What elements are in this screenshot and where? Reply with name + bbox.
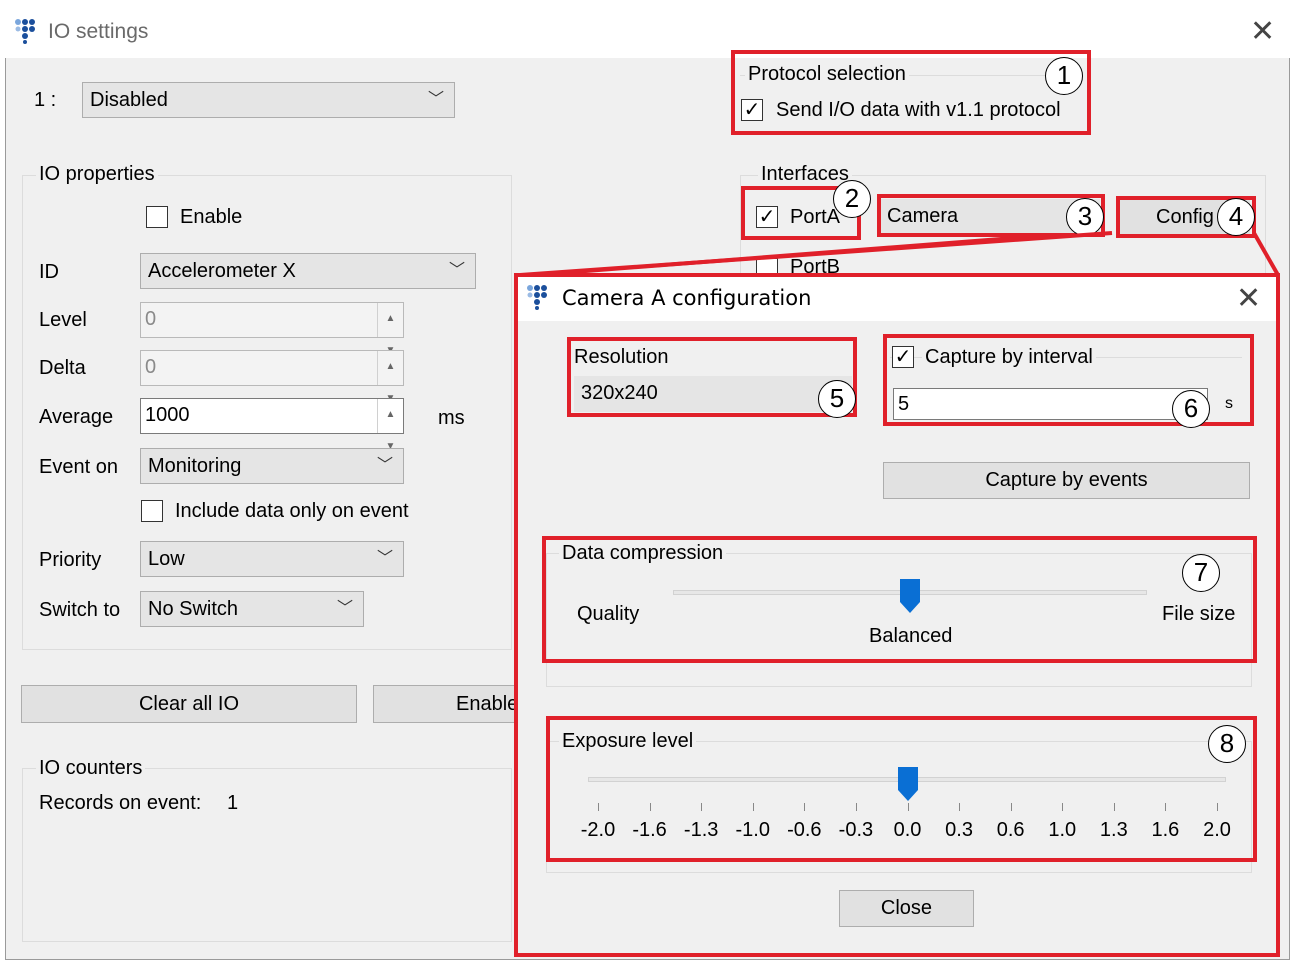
- callout-box-8: [546, 716, 1257, 862]
- callout-number-8: 8: [1208, 725, 1246, 763]
- callout-number-6: 6: [1172, 390, 1210, 428]
- dialog-close-icon[interactable]: ✕: [1236, 284, 1261, 314]
- capture-by-events-button[interactable]: Capture by events: [883, 462, 1250, 499]
- callout-number-7: 7: [1182, 554, 1220, 592]
- dialog-title: Camera A configuration: [562, 286, 812, 310]
- dialog-logo-icon: [527, 285, 547, 310]
- dialog-close-button[interactable]: Close: [839, 890, 974, 927]
- callout-box-7: [542, 536, 1257, 663]
- callout-number-5: 5: [818, 380, 856, 418]
- callout-box-5: [567, 337, 857, 417]
